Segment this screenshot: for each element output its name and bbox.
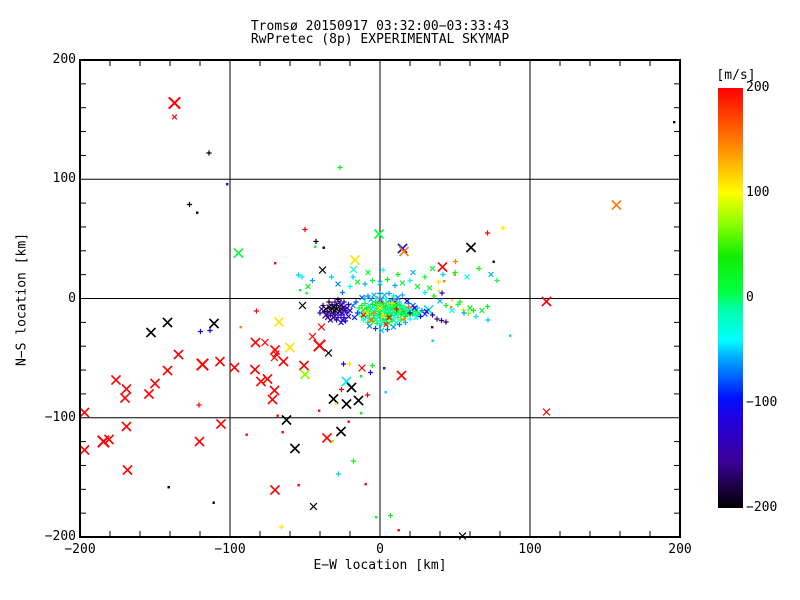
plot-area — [79, 59, 681, 540]
colorbar-gradient — [718, 88, 743, 508]
colorbar-tick-label: −200 — [746, 500, 778, 515]
x-tick-label: −200 — [64, 542, 96, 557]
skymap-figure: Tromsø 20150917 03:32:00−03:33:43 RwPret… — [0, 0, 800, 600]
x-tick-label: 0 — [376, 542, 384, 557]
x-tick-label: 100 — [518, 542, 542, 557]
y-tick-label: 200 — [52, 52, 76, 67]
y-tick-label: −100 — [44, 409, 76, 425]
x-tick-label: −100 — [214, 542, 246, 557]
y-tick-label: 0 — [68, 290, 76, 306]
colorbar-tick-label: −100 — [746, 395, 778, 410]
y-tick-label: 100 — [52, 171, 76, 187]
colorbar-tick-label: 100 — [746, 185, 770, 200]
colorbar-tick-label: 0 — [746, 290, 754, 305]
colorbar-tick-label: 200 — [746, 80, 770, 95]
x-tick-label: 200 — [668, 542, 692, 557]
